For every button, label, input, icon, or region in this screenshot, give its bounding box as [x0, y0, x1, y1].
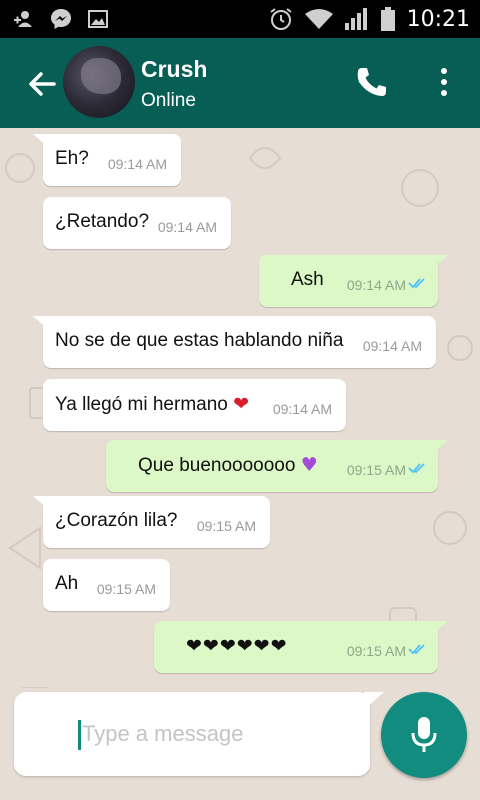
contact-status: Online — [141, 90, 196, 111]
clock: 10:21 — [406, 6, 470, 32]
double-check-icon — [408, 463, 425, 474]
message-text: ¿Retando? — [55, 211, 150, 232]
message-text: Ash — [291, 269, 324, 290]
message-text: ¿Corazón lila? — [55, 510, 178, 531]
person-add-icon — [14, 11, 32, 27]
message-bubble[interactable]: Ya llegó mi hermano ❤ 09:14 AM — [43, 379, 346, 431]
bubble-tail — [432, 621, 448, 635]
double-check-icon — [408, 644, 425, 655]
message-text: ❤❤❤❤❤❤ — [186, 635, 288, 657]
mic-button[interactable] — [381, 692, 467, 778]
message-text: Ya llegó mi hermano ❤ — [55, 393, 249, 416]
message-time: 09:15 AM — [96, 581, 156, 597]
message-text: Eh? — [55, 148, 89, 169]
avatar[interactable] — [63, 46, 135, 118]
signal-icon — [344, 8, 367, 30]
message-time: 09:14 AM — [362, 338, 422, 354]
message-bubble[interactable]: No se de que estas hablando niña 09:14 A… — [33, 316, 436, 368]
composer-tail — [364, 692, 384, 710]
message-text: Ah — [55, 573, 79, 594]
message-bubble[interactable]: Ash 09:14 AM — [259, 255, 448, 307]
bubble-tail — [33, 316, 49, 330]
text-cursor — [78, 720, 81, 750]
message-text-body: Que buenooooooo — [138, 455, 296, 476]
message-text: Que buenooooooo ♥ — [138, 454, 318, 477]
mic-icon — [411, 717, 437, 752]
message-time: 09:14 AM — [346, 277, 406, 293]
message-text-body: Ya llegó mi hermano — [55, 394, 228, 415]
bubble-tail — [33, 496, 49, 510]
message-bubble[interactable]: ¿Corazón lila? 09:15 AM — [33, 496, 270, 548]
contact-name[interactable]: Crush — [141, 56, 207, 83]
chat-header: Crush Online — [0, 38, 480, 128]
message-bubble[interactable]: ❤❤❤❤❤❤ 09:15 AM — [154, 621, 448, 673]
message-time: 09:15 AM — [346, 462, 406, 478]
more-vert-icon[interactable] — [432, 66, 456, 98]
alarm-icon — [269, 8, 292, 30]
wifi-icon — [304, 9, 333, 29]
bubble-tail — [432, 440, 448, 454]
status-bar: 10:21 — [0, 0, 480, 38]
battery-icon — [380, 7, 395, 31]
message-time: 09:15 AM — [346, 643, 406, 659]
back-arrow-icon[interactable] — [24, 66, 60, 102]
message-text: No se de que estas hablando niña — [55, 330, 344, 351]
message-time: 09:15 AM — [196, 518, 256, 534]
message-time: 09:14 AM — [107, 156, 167, 172]
bubble-tail — [33, 134, 49, 148]
red-heart-emoji: ❤ — [233, 393, 250, 415]
message-bubble[interactable]: Que buenooooooo ♥ 09:15 AM — [106, 440, 448, 492]
message-input[interactable] — [82, 714, 352, 754]
message-bubble[interactable]: Eh? 09:14 AM — [33, 134, 181, 186]
phone-icon[interactable] — [356, 66, 388, 98]
image-icon — [88, 10, 108, 28]
message-time: 09:14 AM — [157, 219, 217, 235]
message-bubble[interactable]: ¿Retando? 09:14 AM — [43, 197, 231, 249]
purple-heart-emoji: ♥ — [300, 454, 318, 476]
message-bubble[interactable]: Ah 09:15 AM — [43, 559, 170, 611]
messenger-icon — [51, 9, 71, 29]
double-check-icon — [408, 278, 425, 289]
message-list[interactable]: Eh? 09:14 AM ¿Retando? 09:14 AM Ash 09:1… — [0, 128, 480, 688]
bubble-tail — [432, 255, 448, 269]
message-composer[interactable] — [14, 692, 370, 776]
message-time: 09:14 AM — [272, 401, 332, 417]
